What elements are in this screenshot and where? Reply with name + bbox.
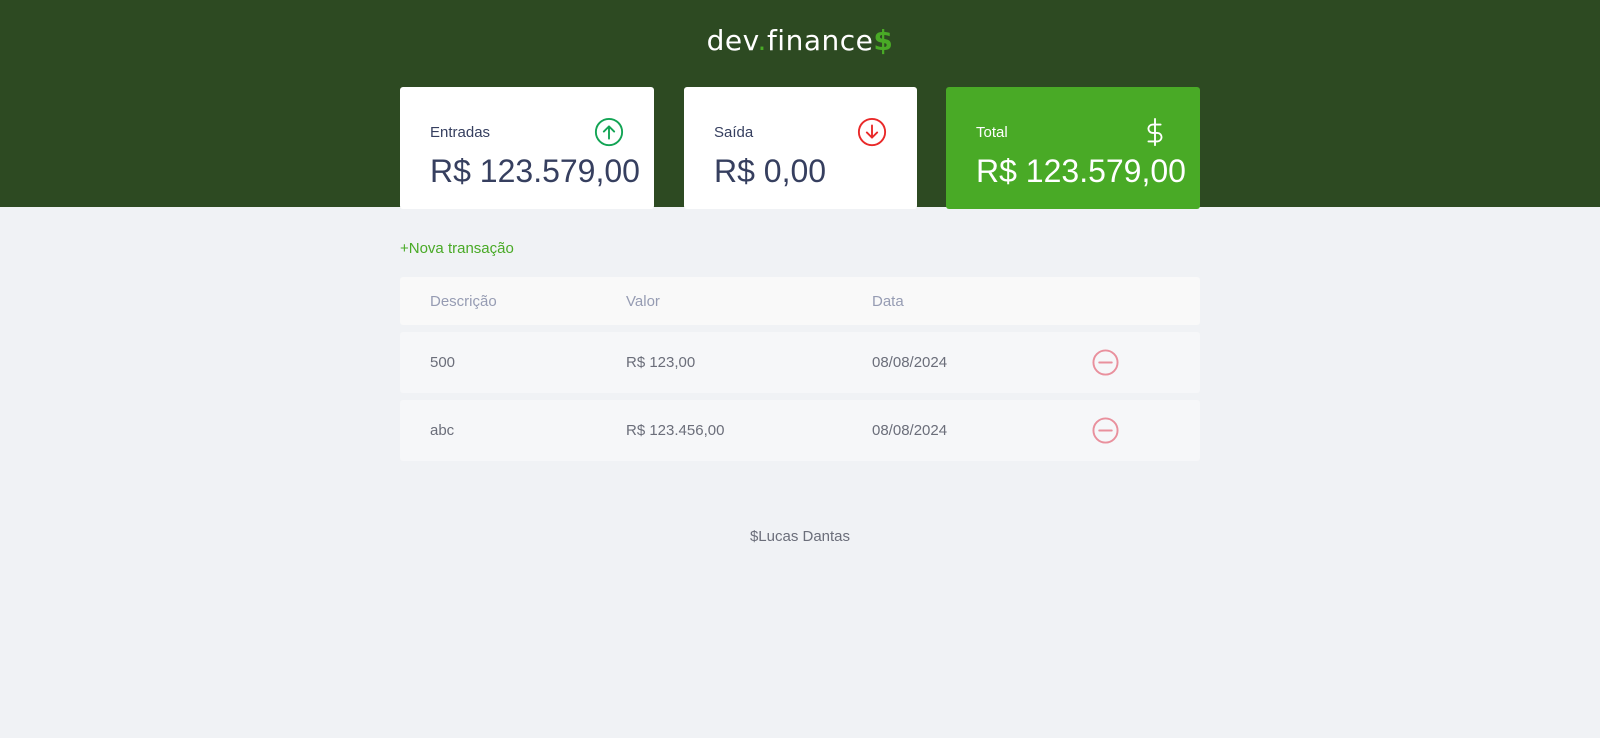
- expense-card: Saída R$ 0,00: [684, 87, 917, 209]
- row-actions: [1092, 349, 1200, 376]
- transactions-table: Descrição Valor Data 500 R$ 123,00 08/08…: [400, 277, 1200, 461]
- row-actions: [1092, 417, 1200, 444]
- header-description: Descrição: [430, 292, 497, 310]
- expense-card-title: Saída: [714, 123, 754, 141]
- total-card-value: R$ 123.579,00: [976, 153, 1186, 189]
- page-footer: $Lucas Dantas: [0, 528, 1600, 545]
- arrow-down-circle-icon: [857, 117, 887, 147]
- footer-text: $Lucas Dantas: [749, 528, 851, 545]
- row-description: abc: [430, 422, 455, 439]
- arrow-up-circle-icon: [594, 117, 624, 147]
- new-transaction-link[interactable]: +Nova transação: [400, 240, 514, 257]
- total-card: Total R$ 123.579,00: [946, 87, 1200, 209]
- table-header-row: Descrição Valor Data: [400, 277, 1200, 325]
- header-value: Valor: [626, 292, 660, 310]
- table-row: abc R$ 123.456,00 08/08/2024: [400, 400, 1200, 461]
- income-card: Entradas R$ 123.579,00: [400, 87, 654, 209]
- expense-card-value: R$ 0,00: [714, 153, 827, 189]
- row-value: R$ 123.456,00: [626, 422, 725, 439]
- minus-circle-icon: [1092, 349, 1119, 376]
- remove-transaction-button[interactable]: [1092, 349, 1119, 376]
- table-row: 500 R$ 123,00 08/08/2024: [400, 332, 1200, 393]
- income-card-title: Entradas: [430, 123, 491, 141]
- header-date: Data: [872, 292, 904, 310]
- income-card-value: R$ 123.579,00: [430, 153, 640, 189]
- total-card-title: Total: [976, 123, 1008, 141]
- row-description: 500: [430, 354, 456, 371]
- logo-text-dev: dev: [706, 24, 758, 57]
- logo-dollar: $: [873, 24, 894, 57]
- row-value: R$ 123,00: [626, 354, 696, 371]
- minus-circle-icon: [1092, 417, 1119, 444]
- dollar-sign-icon: [1147, 117, 1163, 147]
- logo-dot: .: [757, 24, 767, 57]
- app-logo: dev.finance$: [0, 24, 1600, 57]
- logo-text-finance: finance: [766, 24, 874, 57]
- remove-transaction-button[interactable]: [1092, 417, 1119, 444]
- row-date: 08/08/2024: [872, 422, 948, 439]
- row-date: 08/08/2024: [872, 354, 948, 371]
